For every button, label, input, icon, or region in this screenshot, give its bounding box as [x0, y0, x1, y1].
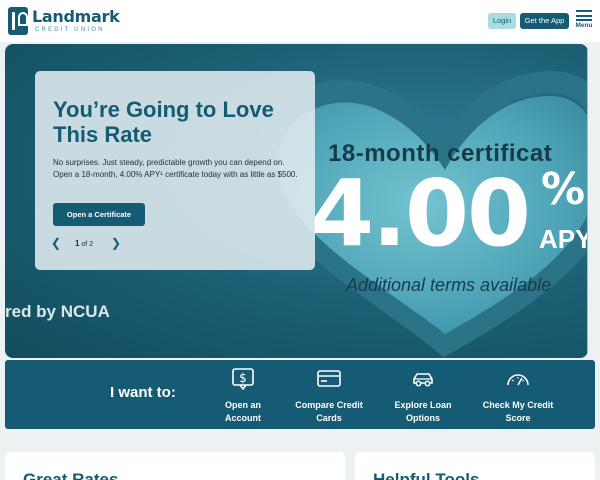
- quick-link-label: Open an Account: [224, 400, 261, 423]
- open-certificate-button[interactable]: Open a Certificate: [53, 203, 145, 226]
- quick-links-bar: I want to: $ Open an Account Compare Cre…: [5, 360, 595, 429]
- quick-link-label: Check My Credit Score: [482, 400, 554, 423]
- logo-mark-icon: [8, 7, 28, 35]
- quick-link-label: Explore Loan Options: [394, 400, 452, 423]
- hero-apy: APY: [539, 224, 588, 254]
- logo-name: Landmark: [32, 7, 120, 26]
- quick-link-explore-loan-options[interactable]: Explore Loan Options: [385, 366, 461, 426]
- chevron-right-icon[interactable]: ❯: [109, 236, 123, 250]
- promo-title: You’re Going to Love This Rate: [53, 97, 274, 147]
- great-rates-card: Great Rates: [5, 452, 345, 480]
- gauge-icon: [507, 374, 529, 386]
- login-button[interactable]: Login: [488, 13, 516, 29]
- helpful-tools-title: Helpful Tools: [373, 470, 480, 480]
- helpful-tools-card: Helpful Tools: [355, 452, 595, 480]
- site-header: Landmark CREDIT UNION Login Get the App …: [0, 0, 600, 42]
- get-the-app-button[interactable]: Get the App: [520, 13, 569, 29]
- hamburger-icon: [576, 10, 592, 21]
- hero-percent-sign: %: [541, 164, 586, 215]
- pager-current: 1: [75, 239, 80, 248]
- dollar-sign-icon: $: [232, 368, 254, 390]
- promo-card: You’re Going to Love This Rate No surpri…: [35, 71, 315, 270]
- slide-pager: 1 of 2: [75, 239, 93, 248]
- car-icon: [413, 373, 433, 387]
- hero-rate: 4.00: [310, 160, 531, 267]
- hero-ncua-text: red by NCUA: [5, 302, 110, 321]
- chevron-left-icon[interactable]: ❮: [49, 236, 63, 250]
- credit-card-icon: [317, 370, 341, 387]
- quick-link-compare-credit-cards[interactable]: Compare Credit Cards: [287, 366, 371, 426]
- menu-button[interactable]: Menu: [572, 10, 596, 34]
- landmark-logo[interactable]: Landmark CREDIT UNION: [8, 7, 120, 37]
- quick-link-label: Compare Credit Cards: [295, 400, 363, 423]
- promo-body: No surprises. Just steady, predictable g…: [53, 158, 298, 179]
- logo-subtitle: CREDIT UNION: [35, 27, 105, 33]
- menu-label: Menu: [575, 22, 593, 29]
- svg-text:$: $: [239, 371, 247, 385]
- frost-strip: [587, 44, 588, 358]
- quick-link-open-account[interactable]: $ Open an Account: [212, 366, 274, 426]
- quick-links-title: I want to:: [110, 384, 176, 401]
- pager-suffix: of 2: [81, 241, 94, 248]
- quick-link-check-credit-score[interactable]: Check My Credit Score: [471, 366, 565, 426]
- great-rates-title: Great Rates: [23, 470, 119, 480]
- hero-terms: Additional terms available: [346, 275, 552, 295]
